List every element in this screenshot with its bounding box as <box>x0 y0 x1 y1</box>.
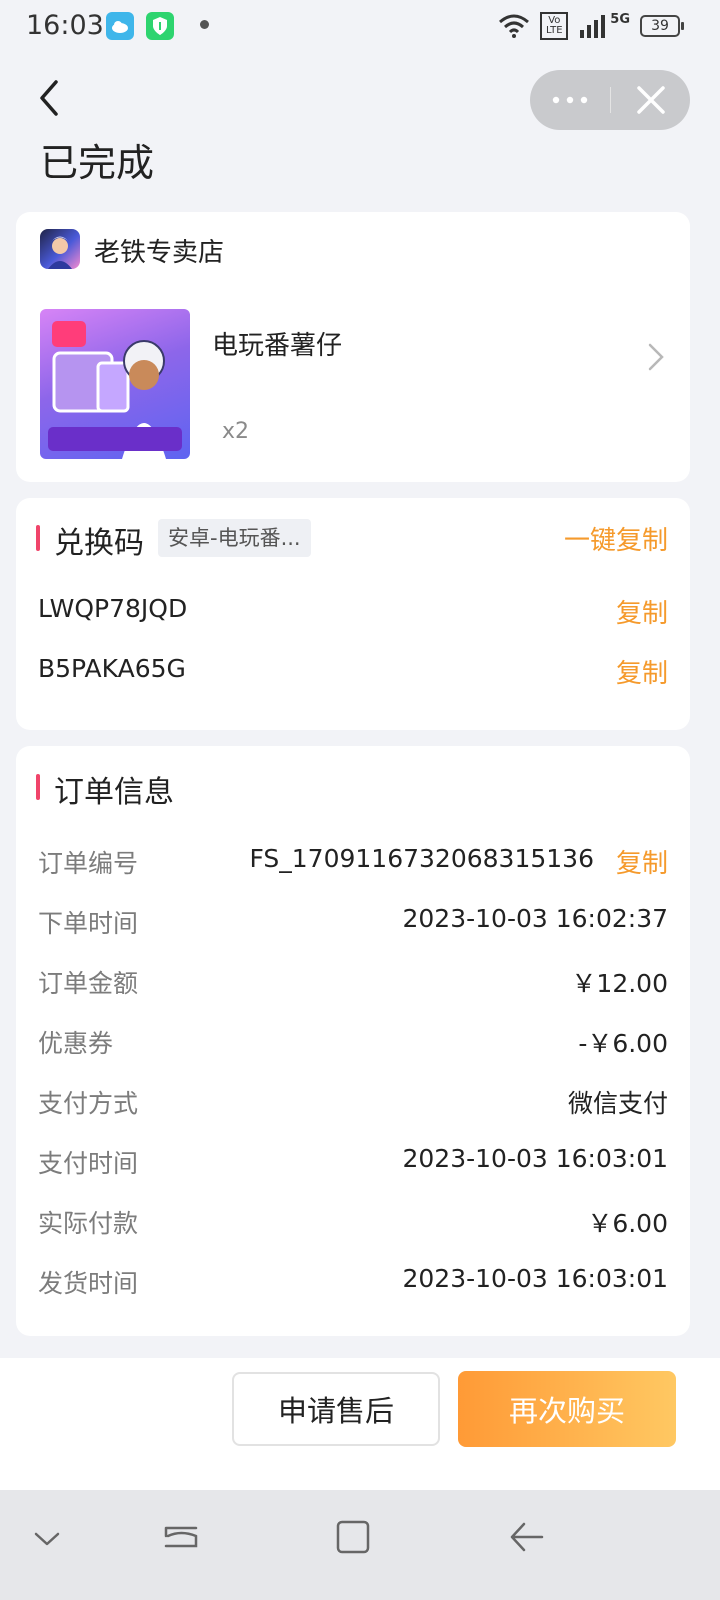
status-time: 16:03 <box>26 10 104 41</box>
redeem-title: 兑换码 <box>54 526 144 561</box>
copy-code-1-button[interactable]: 复制 <box>616 593 668 630</box>
copy-order-number-button[interactable]: 复制 <box>616 843 668 880</box>
battery-icon: 39 <box>640 15 684 37</box>
redeem-code-1: LWQP78JQD <box>38 594 188 623</box>
page-title: 已完成 <box>40 141 155 185</box>
more-button[interactable] <box>530 70 610 130</box>
section-bar <box>36 525 40 551</box>
payment-method-value: 微信支付 <box>567 1089 668 1118</box>
close-button[interactable] <box>611 70 690 130</box>
product-quantity: x2 <box>222 419 250 444</box>
back-arrow-icon <box>40 80 58 116</box>
platform-tag: 安卓-电玩番... <box>158 519 311 557</box>
close-icon <box>636 86 665 114</box>
product-image[interactable] <box>40 309 190 459</box>
coupon-value: -￥6.00 <box>578 1029 668 1058</box>
signal-icon <box>580 15 606 38</box>
status-right: Vo LTE 5G 39 <box>498 10 684 42</box>
volte-icon: Vo LTE <box>540 12 569 40</box>
delivery-time-value: 2023-10-03 16:03:01 <box>402 1264 668 1293</box>
redeem-code-2: B5PAKA65G <box>38 654 186 683</box>
system-nav-bar <box>0 1490 720 1600</box>
order-amount-value: ￥12.00 <box>571 969 668 998</box>
product-detail-chevron-icon[interactable] <box>646 342 666 376</box>
back-button[interactable] <box>36 78 76 118</box>
buy-again-button[interactable]: 再次购买 <box>458 1371 676 1447</box>
game-cover-image <box>48 321 182 459</box>
order-info-title: 订单信息 <box>54 775 174 810</box>
order-number-value: FS_1709116732068315136 <box>249 844 594 873</box>
nav-recent-button[interactable] <box>156 1512 206 1562</box>
shop-logo-icon <box>40 229 80 269</box>
copy-all-button[interactable]: 一键复制 <box>564 520 668 557</box>
order-number-label: 订单编号 <box>38 849 139 878</box>
mini-program-capsule <box>530 70 690 130</box>
order-time-label: 下单时间 <box>38 909 139 938</box>
more-dots-icon <box>552 96 588 104</box>
coupon-label: 优惠券 <box>38 1029 114 1058</box>
shop-name[interactable]: 老铁专卖店 <box>94 232 224 269</box>
shield-app-icon <box>146 12 174 40</box>
actual-payment-label: 实际付款 <box>38 1209 139 1238</box>
order-amount-label: 订单金额 <box>38 969 139 998</box>
weather-cloud-icon <box>106 12 134 40</box>
section-bar <box>36 774 40 800</box>
back-arrow-icon <box>510 1522 544 1552</box>
after-sale-button[interactable]: 申请售后 <box>232 1372 440 1446</box>
copy-code-2-button[interactable]: 复制 <box>616 653 668 690</box>
notification-dot <box>200 20 209 29</box>
order-item-card: 老铁专卖店 电玩番薯仔 x2 <box>16 212 690 482</box>
order-info-card: 订单信息 订单编号 FS_1709116732068315136 复制 下单时间… <box>16 746 690 1336</box>
actual-payment-value: ￥6.00 <box>587 1209 668 1238</box>
nav-hide-button[interactable] <box>22 1512 72 1562</box>
nav-home-button[interactable] <box>328 1512 378 1562</box>
home-square-icon <box>336 1520 370 1554</box>
5g-icon: 5G <box>610 11 630 27</box>
chevron-down-icon <box>34 1532 60 1546</box>
wifi-icon <box>499 14 530 38</box>
payment-method-label: 支付方式 <box>38 1089 139 1118</box>
redeem-code-card: 兑换码 安卓-电玩番... 一键复制 LWQP78JQD 复制 B5PAKA65… <box>16 498 690 730</box>
product-name[interactable]: 电玩番薯仔 <box>212 325 342 362</box>
recent-apps-icon <box>164 1526 198 1548</box>
delivery-time-label: 发货时间 <box>38 1269 139 1298</box>
payment-time-label: 支付时间 <box>38 1149 139 1178</box>
nav-back-button[interactable] <box>502 1512 552 1562</box>
order-time-value: 2023-10-03 16:02:37 <box>402 904 668 933</box>
payment-time-value: 2023-10-03 16:03:01 <box>402 1144 668 1173</box>
